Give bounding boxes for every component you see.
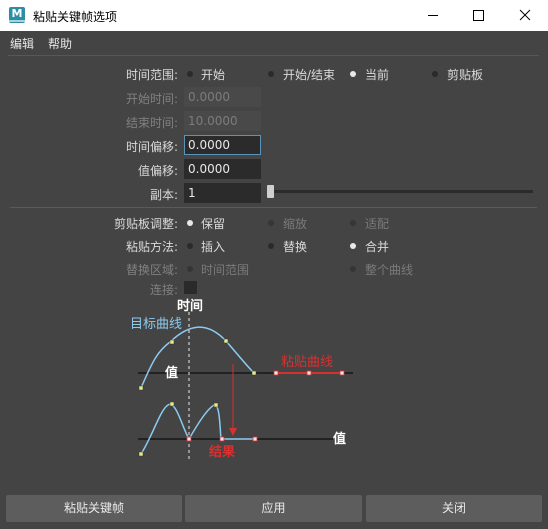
key-marker <box>138 451 144 457</box>
maya-app-icon: M <box>9 7 25 23</box>
diagram-paste-curve-label: 粘贴曲线 <box>281 355 333 370</box>
paste-keys-button[interactable]: 粘贴关键帧 <box>6 495 182 522</box>
diagram-result-label: 结果 <box>209 444 235 460</box>
diagram-value-label-top: 值 <box>165 365 178 381</box>
diagram-time-label: 时间 <box>177 298 203 314</box>
arrow-head-icon <box>229 428 237 436</box>
close-button[interactable]: 关闭 <box>366 495 542 522</box>
paste-key-marker <box>306 370 312 376</box>
menu-edit[interactable]: 编辑 <box>10 35 34 52</box>
close-window-button[interactable] <box>502 0 548 31</box>
diagram-value-label-bottom: 值 <box>333 431 346 447</box>
paste-key-marker <box>273 370 279 376</box>
minimize-button[interactable] <box>410 0 456 31</box>
button-bar: 粘贴关键帧 应用 关闭 <box>0 489 548 529</box>
key-marker <box>169 339 175 345</box>
close-icon <box>519 9 531 21</box>
options-panel: 时间范围: 开始 开始/结束 当前 剪贴板 开始时间: 0.0000 结束时间:… <box>8 55 539 487</box>
key-marker <box>169 401 175 407</box>
minimize-icon <box>428 15 438 16</box>
apply-button[interactable]: 应用 <box>185 495 362 522</box>
maximize-button[interactable] <box>456 0 502 31</box>
menu-bar: 编辑 帮助 <box>0 31 548 53</box>
key-marker <box>223 338 229 344</box>
menu-help[interactable]: 帮助 <box>48 35 72 52</box>
diagram-target-curve-label: 目标曲线 <box>130 317 182 332</box>
target-curve <box>140 326 255 389</box>
paste-key-marker <box>252 436 258 442</box>
paste-key-marker <box>186 436 192 442</box>
window-title: 粘贴关键帧选项 <box>33 10 118 24</box>
maximize-icon <box>473 10 484 21</box>
key-marker <box>138 385 144 391</box>
paste-keys-diagram: 时间 目标曲线 值 粘贴曲线 值 结果 <box>130 298 353 461</box>
paste-key-marker <box>339 370 345 376</box>
key-marker <box>213 402 219 408</box>
paste-key-marker <box>219 436 225 442</box>
result-curve <box>140 403 255 455</box>
title-bar: M 粘贴关键帧选项 <box>0 0 548 31</box>
key-marker <box>251 370 257 376</box>
